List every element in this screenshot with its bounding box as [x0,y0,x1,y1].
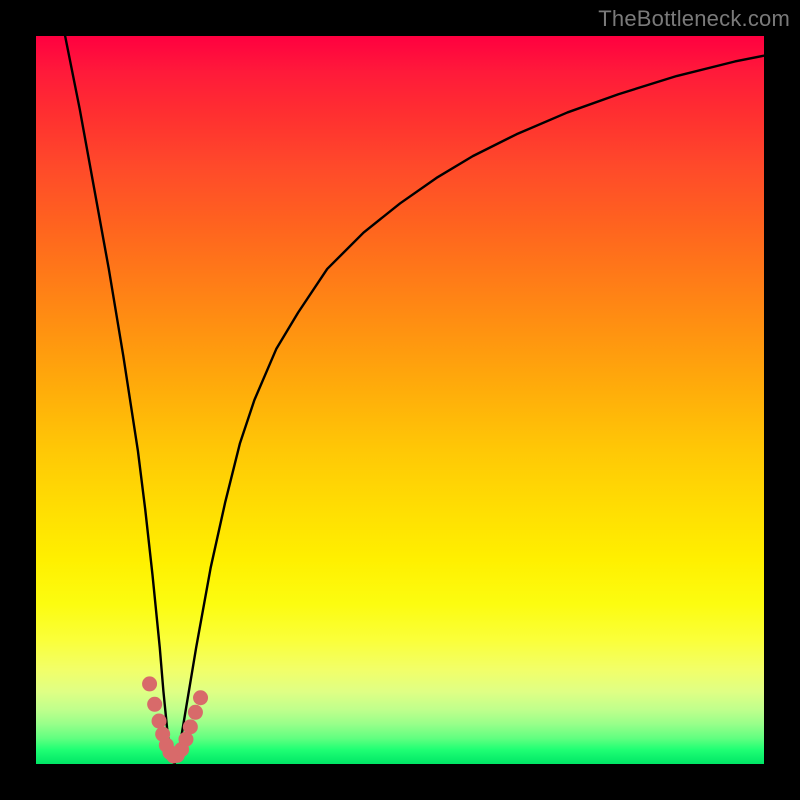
curve-layer [36,36,764,764]
plot-area [36,36,764,764]
chart-frame: TheBottleneck.com [0,0,800,800]
marker-group [142,676,208,763]
attribution-text: TheBottleneck.com [598,6,790,32]
marker [142,676,157,691]
bottleneck-curve [65,36,764,764]
marker [183,719,198,734]
marker [188,705,203,720]
marker [147,697,162,712]
marker [193,690,208,705]
marker [152,714,167,729]
